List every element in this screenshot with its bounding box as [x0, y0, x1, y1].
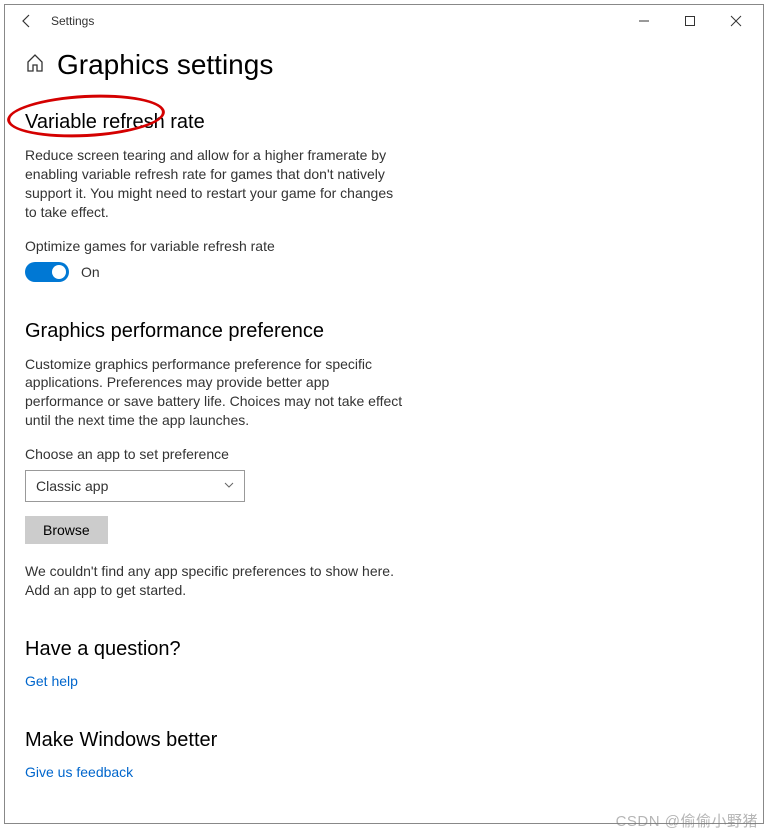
app-type-dropdown[interactable]: Classic app [25, 470, 245, 502]
vrr-toggle-state: On [81, 264, 100, 280]
vrr-optimize-label: Optimize games for variable refresh rate [25, 238, 405, 254]
minimize-button[interactable] [621, 5, 667, 37]
browse-button[interactable]: Browse [25, 516, 108, 544]
settings-window: Settings Graphics settings Variable refr… [4, 4, 764, 824]
get-help-link[interactable]: Get help [25, 673, 78, 689]
perf-empty-message: We couldn't find any app specific prefer… [25, 562, 405, 600]
help-section: Have a question? Get help [25, 638, 405, 691]
feedback-heading: Make Windows better [25, 729, 405, 752]
choose-app-label: Choose an app to set preference [25, 446, 405, 462]
caption-buttons [621, 5, 759, 37]
window-title: Settings [51, 14, 94, 28]
content-area: Graphics settings Variable refresh rate … [5, 37, 763, 782]
perf-section: Graphics performance preference Customiz… [25, 320, 405, 600]
maximize-button[interactable] [667, 5, 713, 37]
perf-description: Customize graphics performance preferenc… [25, 355, 405, 431]
help-heading: Have a question? [25, 638, 405, 661]
perf-heading: Graphics performance preference [25, 320, 405, 343]
toggle-thumb [52, 265, 66, 279]
titlebar: Settings [5, 5, 763, 37]
page-header: Graphics settings [25, 49, 743, 81]
vrr-heading: Variable refresh rate [25, 111, 405, 134]
page-title: Graphics settings [57, 49, 273, 81]
back-button[interactable] [9, 5, 45, 37]
vrr-toggle[interactable] [25, 262, 69, 282]
home-icon[interactable] [25, 53, 45, 78]
feedback-link[interactable]: Give us feedback [25, 764, 133, 780]
chevron-down-icon [224, 481, 234, 492]
vrr-section: Variable refresh rate Reduce screen tear… [25, 111, 405, 282]
dropdown-value: Classic app [36, 478, 108, 494]
feedback-section: Make Windows better Give us feedback [25, 729, 405, 782]
watermark: CSDN @偷偷小野猪 [616, 810, 758, 831]
vrr-toggle-row: On [25, 262, 405, 282]
close-button[interactable] [713, 5, 759, 37]
vrr-description: Reduce screen tearing and allow for a hi… [25, 146, 405, 222]
